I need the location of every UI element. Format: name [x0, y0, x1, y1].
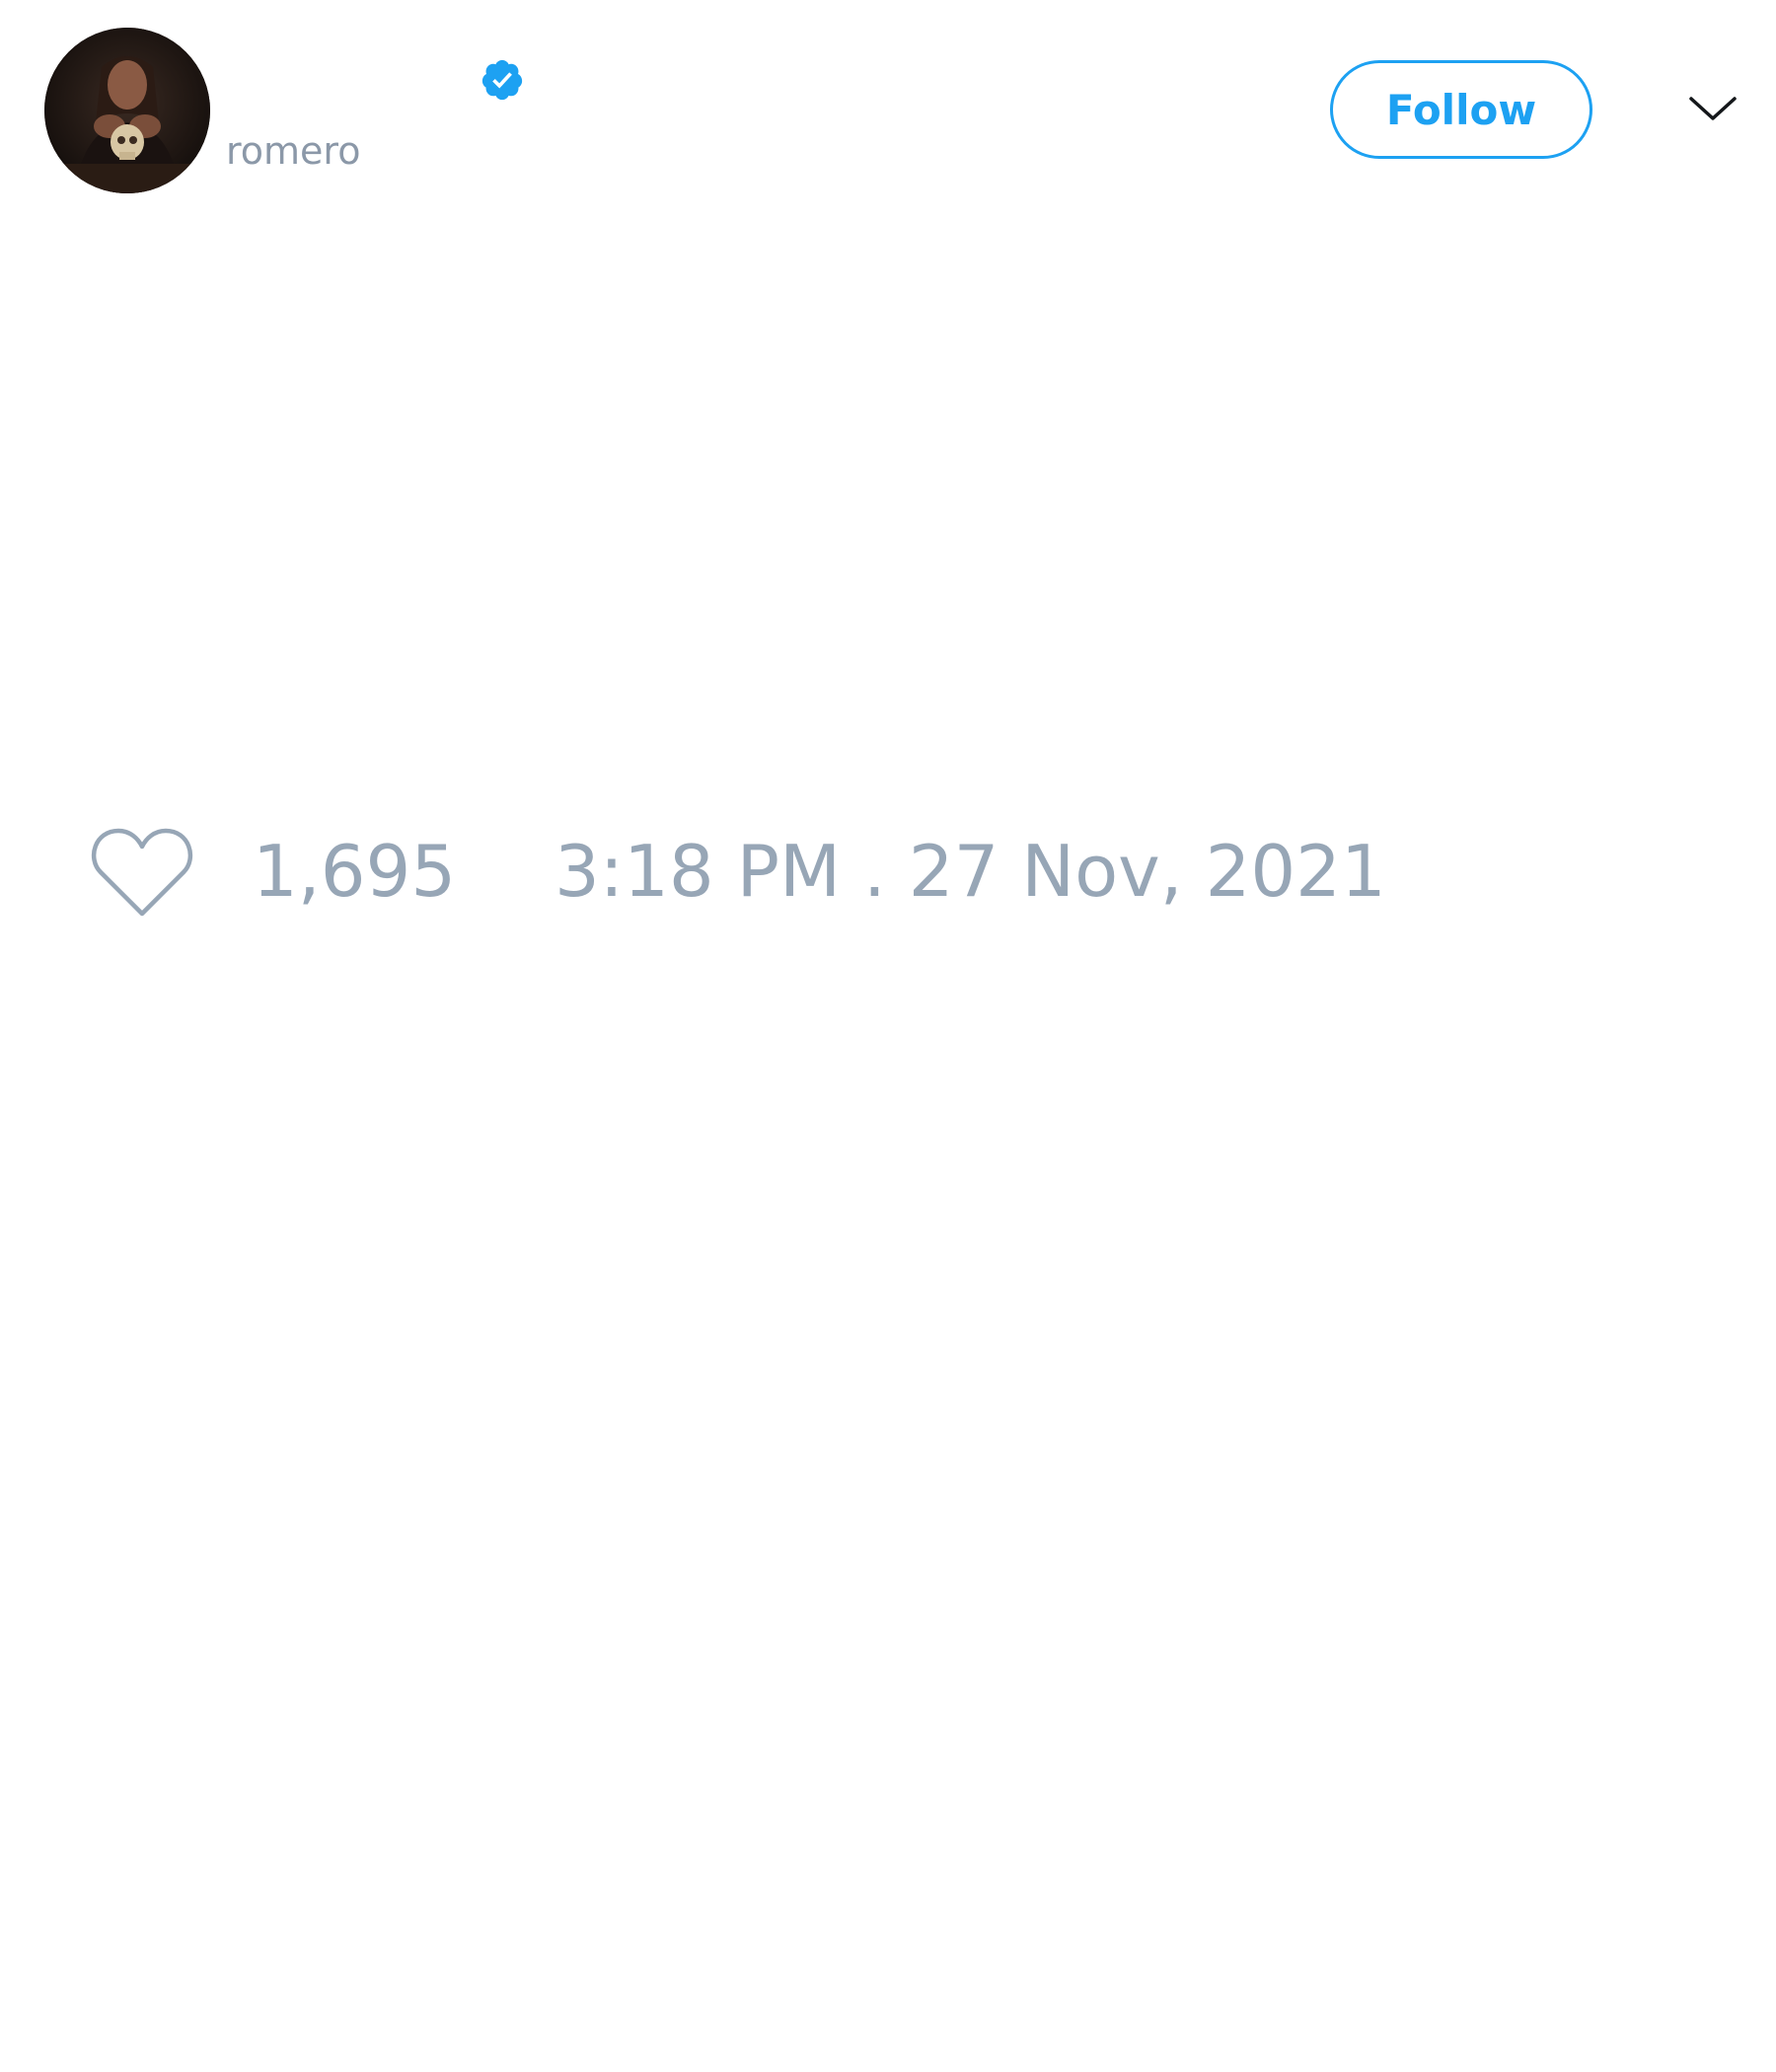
like-count: 1,695: [253, 830, 457, 913]
follow-button[interactable]: Follow: [1330, 60, 1592, 159]
timestamp[interactable]: 3:18 PM . 27 Nov, 2021: [555, 827, 1386, 916]
avatar[interactable]: [44, 28, 210, 193]
heart-icon[interactable]: [89, 825, 195, 920]
avatar-photo: [44, 28, 210, 193]
display-name[interactable]: [227, 49, 474, 99]
tweet-card: romero Follow 1,695 3:18 PM . 27 Nov, 20…: [0, 0, 1776, 2072]
chevron-down-icon[interactable]: [1687, 89, 1739, 128]
verified-badge-icon: [481, 59, 523, 101]
username[interactable]: romero: [226, 126, 360, 176]
